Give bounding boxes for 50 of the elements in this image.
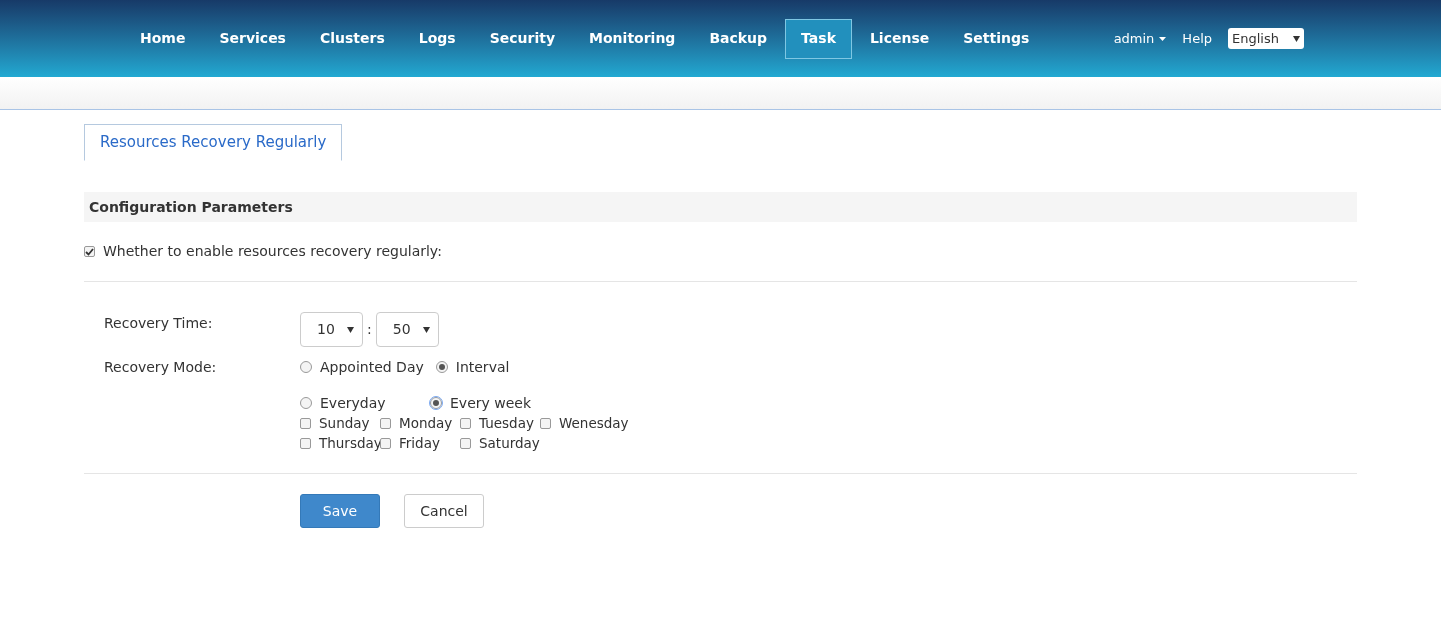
- nav-tab[interactable]: Home: [124, 18, 202, 59]
- checkbox[interactable]: [380, 437, 391, 449]
- checkbox-label: Sunday: [319, 413, 370, 433]
- caret-icon: [422, 326, 430, 333]
- radio-button[interactable]: [300, 397, 312, 409]
- checkbox[interactable]: [460, 417, 471, 429]
- section-header: Configuration Parameters: [84, 192, 1357, 222]
- nav-tab[interactable]: Backup: [693, 18, 784, 59]
- checkbox-label: Saturday: [479, 433, 540, 453]
- radio-label: Every week: [450, 393, 532, 413]
- page-tab[interactable]: Resources Recovery Regularly: [84, 124, 343, 161]
- checkbox-label: Thursday: [319, 433, 382, 453]
- nav-tab[interactable]: Monitoring: [573, 18, 692, 59]
- caret-icon: [1293, 35, 1300, 42]
- checkbox[interactable]: [300, 417, 311, 429]
- checkbox[interactable]: [460, 437, 471, 449]
- field-label: Recovery Time:: [104, 314, 214, 333]
- radio-label: Everyday: [320, 393, 386, 413]
- radio-button[interactable]: [300, 361, 312, 373]
- save-button[interactable]: Save: [300, 494, 380, 528]
- radio-label: Interval: [455, 357, 510, 377]
- checkbox-label: Wenesday: [559, 413, 629, 433]
- checkbox[interactable]: [380, 417, 391, 429]
- time-select[interactable]: 50: [375, 312, 439, 347]
- nav-tab[interactable]: Clusters: [303, 18, 401, 59]
- user-menu[interactable]: admin: [1113, 28, 1167, 49]
- checkbox-label: Friday: [399, 433, 440, 453]
- radio-button[interactable]: [430, 397, 442, 409]
- radio-button[interactable]: [435, 361, 448, 373]
- nav-tab[interactable]: License: [853, 18, 946, 59]
- nav-tab[interactable]: Logs: [402, 18, 472, 59]
- cancel-button[interactable]: Cancel: [404, 494, 484, 528]
- nav-tab[interactable]: Settings: [947, 18, 1046, 59]
- nav-tab[interactable]: Services: [203, 18, 302, 59]
- checkbox[interactable]: [540, 417, 551, 429]
- time-select[interactable]: 10: [300, 312, 363, 347]
- help-link[interactable]: Help: [1182, 28, 1212, 49]
- radio-label: Appointed Day: [320, 357, 424, 377]
- caret-icon: [347, 326, 354, 333]
- enable-label: Whether to enable resources recovery regularly:: [103, 242, 442, 261]
- nav-tab[interactable]: Task: [785, 18, 852, 59]
- checkbox[interactable]: [84, 246, 95, 257]
- time-separator: :: [367, 320, 372, 339]
- field-label: Recovery Mode:: [104, 358, 218, 377]
- nav-tab[interactable]: Security: [473, 18, 572, 59]
- checkbox-label: Tuesday: [479, 413, 534, 433]
- language-select[interactable]: English: [1228, 28, 1304, 49]
- caret-icon: [1159, 36, 1167, 41]
- checkbox[interactable]: [300, 437, 311, 449]
- checkbox-label: Monday: [399, 413, 453, 433]
